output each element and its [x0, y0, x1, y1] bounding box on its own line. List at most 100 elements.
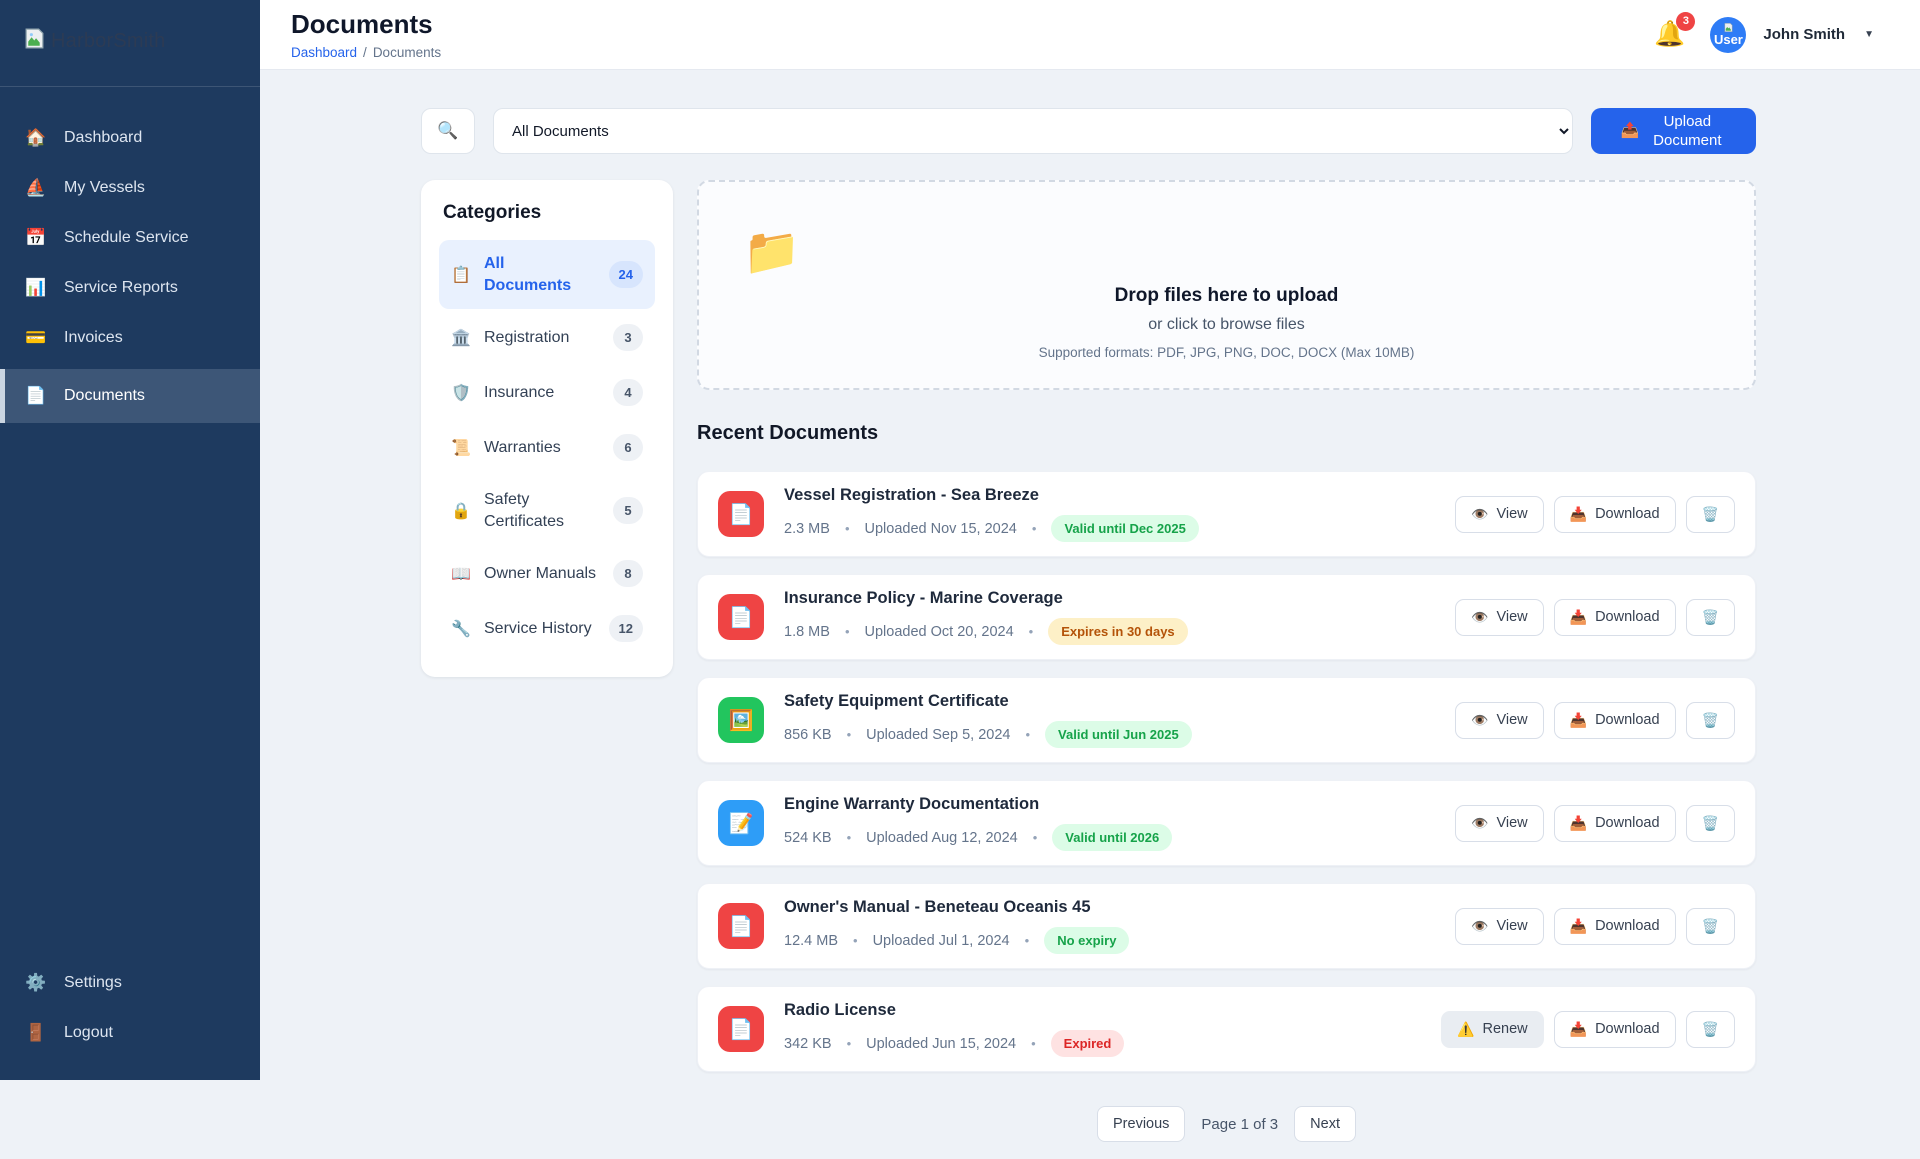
category-item-service-history[interactable]: 🔧Service History12: [439, 602, 655, 655]
document-icon: 📄: [24, 386, 48, 406]
header-actions: 🔔 3 User John Smith ▼: [1654, 17, 1874, 53]
document-actions: 👁️View 📥Download 🗑️: [1455, 908, 1735, 945]
brand-logo-alt-text: HarborSmith: [51, 30, 165, 53]
view-button[interactable]: 👁️View: [1455, 702, 1544, 739]
renew-button-label: Renew: [1482, 1021, 1527, 1037]
document-info: Radio License342 KB•Uploaded Jun 15, 202…: [784, 1001, 1421, 1057]
home-icon: 🏠: [24, 128, 48, 148]
document-row: 📄Vessel Registration - Sea Breeze2.3 MB•…: [697, 471, 1756, 557]
document-filter-select[interactable]: All Documents: [493, 108, 1573, 154]
document-meta: 12.4 MB•Uploaded Jul 1, 2024•No expiry: [784, 927, 1435, 954]
categories-list: 📋All Documents24🏛️Registration3🛡️Insuran…: [439, 240, 655, 655]
user-name[interactable]: John Smith: [1763, 26, 1845, 43]
avatar[interactable]: User: [1710, 17, 1746, 53]
download-button[interactable]: 📥Download: [1554, 496, 1676, 533]
upload-button-label: Upload Document: [1648, 112, 1726, 151]
category-item-warranties[interactable]: 📜Warranties6: [439, 421, 655, 474]
recent-documents-title: Recent Documents: [697, 422, 1756, 445]
delete-button[interactable]: 🗑️: [1686, 908, 1735, 945]
category-label: All Documents: [484, 253, 596, 296]
category-item-safety-certificates[interactable]: 🔒Safety Certificates5: [439, 476, 655, 545]
sidebar-item-logout[interactable]: 🚪Logout: [0, 1008, 260, 1058]
download-button[interactable]: 📥Download: [1554, 702, 1676, 739]
category-item-registration[interactable]: 🏛️Registration3: [439, 311, 655, 364]
category-count-badge: 5: [613, 497, 643, 524]
document-size: 2.3 MB: [784, 521, 830, 537]
file-dropzone[interactable]: 📁 Drop files here to upload or click to …: [697, 180, 1756, 390]
image-file-icon: 🖼️: [718, 697, 764, 743]
download-button[interactable]: 📥Download: [1554, 599, 1676, 636]
document-info: Safety Equipment Certificate856 KB•Uploa…: [784, 692, 1435, 748]
eye-icon: 👁️: [1471, 609, 1488, 626]
view-button[interactable]: 👁️View: [1455, 496, 1544, 533]
sidebar-item-schedule-service[interactable]: 📅Schedule Service: [0, 213, 260, 263]
download-button[interactable]: 📥Download: [1554, 805, 1676, 842]
sidebar-item-label: Documents: [64, 387, 145, 405]
document-row: 📄Radio License342 KB•Uploaded Jun 15, 20…: [697, 986, 1756, 1072]
meta-separator: •: [1025, 933, 1030, 948]
next-page-button[interactable]: Next: [1294, 1106, 1356, 1142]
delete-button[interactable]: 🗑️: [1686, 805, 1735, 842]
document-size: 342 KB: [784, 1036, 832, 1052]
document-meta: 2.3 MB•Uploaded Nov 15, 2024•Valid until…: [784, 515, 1435, 542]
download-button-label: Download: [1595, 506, 1660, 522]
sidebar-item-service-reports[interactable]: 📊 Service Reports: [0, 263, 260, 313]
category-item-insurance[interactable]: 🛡️Insurance4: [439, 366, 655, 419]
dropzone-heading: Drop files here to upload: [699, 285, 1754, 307]
categories-title: Categories: [443, 202, 651, 224]
view-button[interactable]: 👁️View: [1455, 805, 1544, 842]
chevron-down-icon[interactable]: ▼: [1864, 29, 1874, 40]
eye-icon: 👁️: [1471, 918, 1488, 935]
category-item-all-documents[interactable]: 📋All Documents24: [439, 240, 655, 309]
meta-separator: •: [847, 727, 852, 742]
meta-separator: •: [1025, 727, 1030, 742]
renew-button[interactable]: ⚠️Renew: [1441, 1011, 1544, 1048]
bar-chart-icon: 📊: [24, 278, 48, 298]
status-badge: Valid until Dec 2025: [1051, 515, 1198, 542]
sidebar-item-my-vessels[interactable]: ⛵My Vessels: [0, 163, 260, 213]
breadcrumb-link-dashboard[interactable]: Dashboard: [291, 45, 357, 60]
view-button[interactable]: 👁️View: [1455, 599, 1544, 636]
meta-separator: •: [847, 1036, 852, 1051]
sidebar-item-label: Service Reports: [64, 279, 178, 297]
delete-button[interactable]: 🗑️: [1686, 1011, 1735, 1048]
document-size: 1.8 MB: [784, 624, 830, 640]
download-button[interactable]: 📥Download: [1554, 1011, 1676, 1048]
download-icon: 📥: [1570, 609, 1587, 626]
documents-column: 📁 Drop files here to upload or click to …: [697, 180, 1756, 1159]
view-button[interactable]: 👁️View: [1455, 908, 1544, 945]
document-row: 📄Insurance Policy - Marine Coverage1.8 M…: [697, 574, 1756, 660]
avatar-alt-text: User: [1714, 32, 1743, 47]
download-button[interactable]: 📥Download: [1554, 908, 1676, 945]
memo-file-icon: 📝: [718, 800, 764, 846]
document-size: 524 KB: [784, 830, 832, 846]
category-count-badge: 24: [609, 261, 643, 288]
government-building-icon: 🏛️: [451, 328, 471, 348]
category-item-owner-manuals[interactable]: 📖Owner Manuals8: [439, 547, 655, 600]
sidebar-item-documents[interactable]: 📄 Documents: [0, 369, 260, 423]
previous-page-button[interactable]: Previous: [1097, 1106, 1185, 1142]
page-indicator: Page 1 of 3: [1201, 1116, 1278, 1133]
breadcrumb-separator: /: [363, 45, 367, 60]
delete-button[interactable]: 🗑️: [1686, 496, 1735, 533]
category-label: Service History: [484, 618, 596, 640]
broken-image-icon: [22, 26, 47, 56]
sidebar-item-invoices[interactable]: 💳Invoices: [0, 313, 260, 363]
sidebar-item-dashboard[interactable]: 🏠Dashboard: [0, 113, 260, 163]
delete-button[interactable]: 🗑️: [1686, 702, 1735, 739]
document-info: Insurance Policy - Marine Coverage1.8 MB…: [784, 589, 1435, 645]
search-button[interactable]: 🔍: [421, 108, 475, 154]
delete-button[interactable]: 🗑️: [1686, 599, 1735, 636]
status-badge: Valid until Jun 2025: [1045, 721, 1192, 748]
download-button-label: Download: [1595, 918, 1660, 934]
sidebar-item-settings[interactable]: ⚙️Settings: [0, 958, 260, 1008]
document-title: Engine Warranty Documentation: [784, 795, 1435, 814]
notification-count-badge: 3: [1676, 12, 1695, 31]
upload-document-button[interactable]: 📤 Upload Document: [1591, 108, 1756, 154]
view-button-label: View: [1496, 506, 1527, 522]
pdf-file-icon: 📄: [718, 1006, 764, 1052]
document-uploaded-date: Uploaded Sep 5, 2024: [866, 727, 1010, 743]
download-icon: 📥: [1570, 712, 1587, 729]
notifications-button[interactable]: 🔔 3: [1654, 20, 1685, 49]
search-icon: 🔍: [437, 121, 458, 141]
